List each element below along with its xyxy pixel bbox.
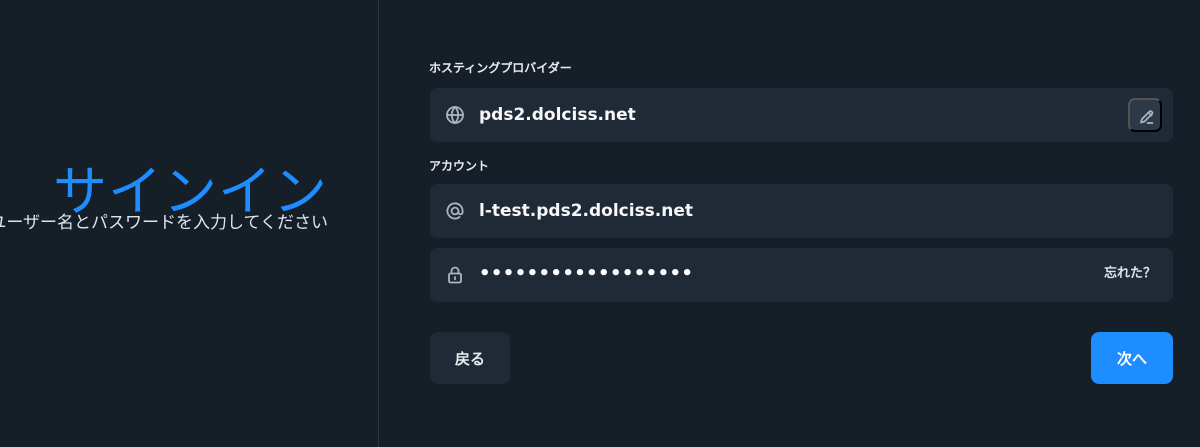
pencil-icon: [1140, 110, 1154, 124]
edit-hosting-provider-button[interactable]: [1128, 98, 1162, 132]
hosting-provider-value: pds2.dolciss.net: [479, 105, 636, 125]
globe-icon: [445, 105, 465, 125]
account-label: アカウント: [429, 159, 490, 173]
lock-icon: [445, 265, 465, 285]
sign-in-form: ホスティングプロバイダー pds2.dolciss.net アカウント l-te…: [380, 0, 1200, 447]
username-value: l-test.pds2.dolciss.net: [479, 201, 694, 221]
next-button[interactable]: 次へ: [1091, 332, 1173, 384]
password-field[interactable]: •••••••••••••••••• 忘れた？: [430, 248, 1173, 302]
sign-in-screen: サインイン ユーザー名とパスワードを入力してください ホスティングプロバイダー …: [0, 0, 1200, 447]
masked-password: ••••••••••••••••••: [479, 263, 694, 284]
back-button[interactable]: 戻る: [430, 332, 510, 384]
hosting-provider-label: ホスティングプロバイダー: [429, 61, 572, 75]
sign-in-instructions: ユーザー名とパスワードを入力してください: [0, 213, 328, 233]
sign-in-intro-pane: サインイン ユーザー名とパスワードを入力してください: [0, 0, 379, 447]
forgot-password-button[interactable]: 忘れた？: [1104, 265, 1156, 283]
hosting-provider-field[interactable]: pds2.dolciss.net: [430, 88, 1173, 142]
at-sign-icon: [445, 201, 465, 221]
username-field[interactable]: l-test.pds2.dolciss.net: [430, 184, 1173, 238]
